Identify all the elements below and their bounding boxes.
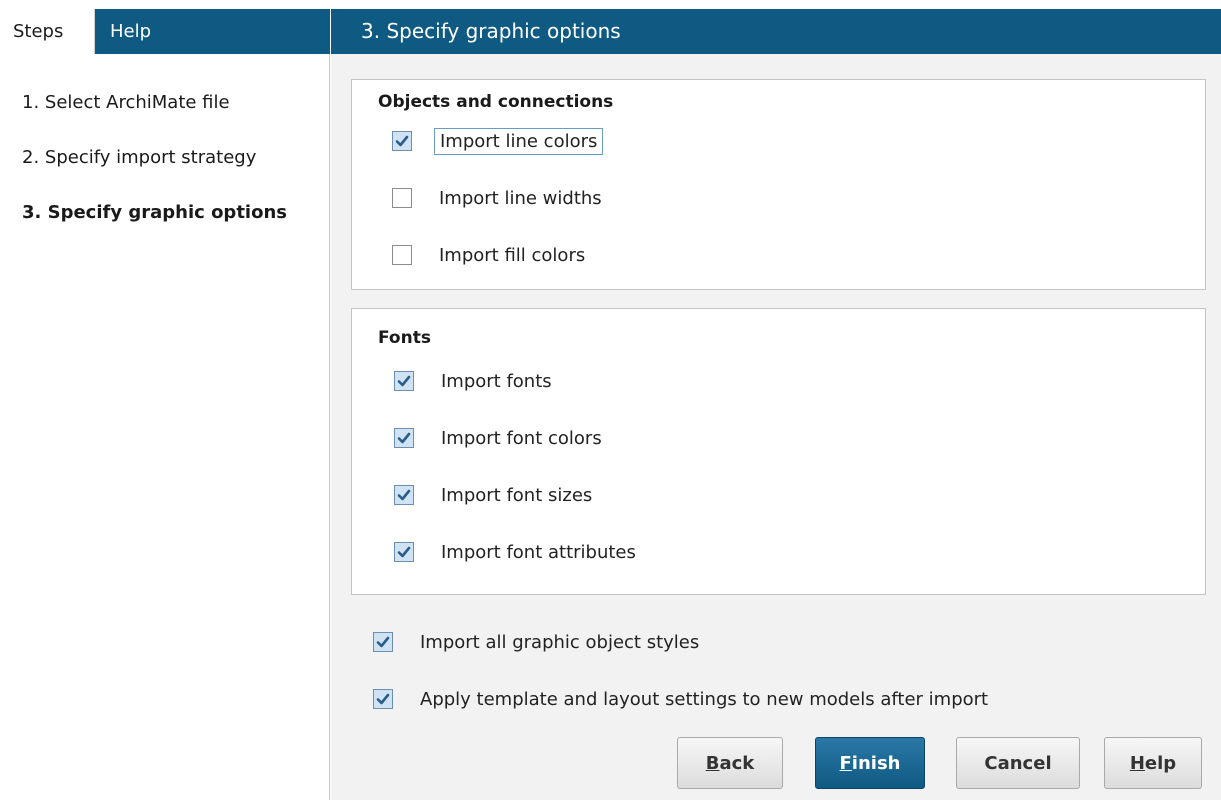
cancel-button-label: Cancel [984,752,1052,774]
import-fill-colors-label: Import fill colors [439,244,586,266]
window-top-edge [0,0,1221,9]
import-fonts-label: Import fonts [441,370,552,392]
import-font-colors-checkbox[interactable] [394,428,414,448]
check-mark-icon [397,489,411,501]
finish-button-mnemonic: F [839,752,852,774]
back-button-mnemonic: B [705,752,720,774]
import-fill-colors-option[interactable]: Import fill colors [392,240,590,270]
apply-template-option[interactable]: Apply template and layout settings to ne… [373,684,993,714]
steps-pane: Steps Help 1. Select ArchiMate file 2. S… [0,9,330,800]
check-mark-icon [397,546,411,558]
import-fill-colors-checkbox[interactable] [392,245,412,265]
import-font-attributes-checkbox[interactable] [394,542,414,562]
import-fonts-checkbox[interactable] [394,371,414,391]
import-font-attributes-option[interactable]: Import font attributes [394,537,641,567]
import-line-colors-checkbox[interactable] [392,131,412,151]
apply-template-label: Apply template and layout settings to ne… [420,688,989,710]
check-mark-icon [395,135,409,147]
content-pane: 3. Specify graphic options Objects and c… [331,9,1221,800]
import-line-widths-label: Import line widths [439,187,602,209]
fonts-group: Fonts Import fonts Import font colors Im… [351,308,1206,595]
help-button-label: elp [1144,752,1177,774]
import-font-sizes-label: Import font sizes [441,484,593,506]
check-mark-icon [397,432,411,444]
import-line-colors-label: Import line colors [434,127,604,155]
import-font-colors-option[interactable]: Import font colors [394,423,607,453]
import-fonts-option[interactable]: Import fonts [394,366,557,396]
import-all-styles-label: Import all graphic object styles [420,631,700,653]
import-all-styles-option[interactable]: Import all graphic object styles [373,627,704,657]
check-mark-icon [397,375,411,387]
back-button[interactable]: Back [677,737,783,789]
import-line-colors-option[interactable]: Import line colors [392,126,604,156]
finish-button[interactable]: Finish [815,737,925,789]
import-font-colors-label: Import font colors [441,427,602,449]
apply-template-checkbox[interactable] [373,689,393,709]
help-button-mnemonic: H [1129,752,1145,774]
objects-connections-group: Objects and connections Import line colo… [351,79,1206,290]
finish-button-label: inish [851,752,901,774]
step-item-import-strategy[interactable]: 2. Specify import strategy [22,147,256,168]
import-font-sizes-option[interactable]: Import font sizes [394,480,597,510]
back-button-label: ack [719,752,755,774]
check-mark-icon [376,636,390,648]
tab-help[interactable]: Help [97,9,164,54]
import-font-attributes-label: Import font attributes [441,541,636,563]
fonts-title: Fonts [378,328,431,348]
check-mark-icon [376,693,390,705]
objects-connections-title: Objects and connections [378,92,614,112]
step-item-graphic-options[interactable]: 3. Specify graphic options [22,202,287,223]
cancel-button[interactable]: Cancel [956,737,1080,789]
import-line-widths-option[interactable]: Import line widths [392,183,607,213]
left-tab-bar: Steps Help [0,9,330,54]
step-item-select-file[interactable]: 1. Select ArchiMate file [22,92,230,113]
page-title: 3. Specify graphic options [331,9,1221,54]
tab-steps[interactable]: Steps [0,9,95,54]
import-font-sizes-checkbox[interactable] [394,485,414,505]
help-button[interactable]: Help [1104,737,1202,789]
import-all-styles-checkbox[interactable] [373,632,393,652]
import-line-widths-checkbox[interactable] [392,188,412,208]
